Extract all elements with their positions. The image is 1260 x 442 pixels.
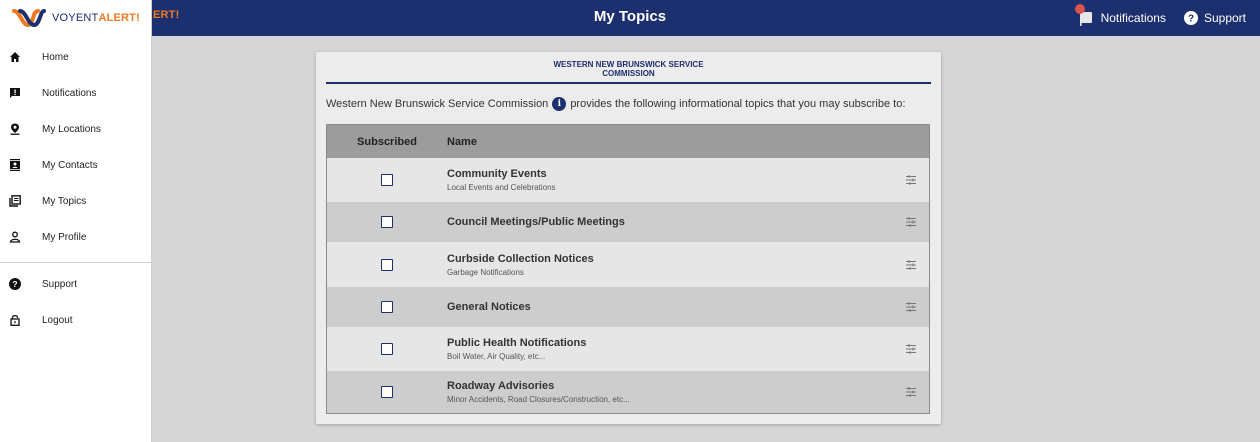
subscribe-checkbox[interactable] bbox=[381, 174, 393, 186]
topic-name: Public Health Notifications bbox=[447, 337, 587, 349]
notifications-label: Notifications bbox=[1100, 11, 1166, 25]
topic-settings-icon[interactable] bbox=[905, 343, 917, 355]
sidebar-item-label: My Locations bbox=[42, 123, 101, 135]
topics-icon bbox=[8, 194, 22, 208]
info-icon[interactable]: i bbox=[552, 97, 567, 111]
subscribe-checkbox[interactable] bbox=[381, 386, 393, 398]
topic-name: General Notices bbox=[447, 301, 531, 313]
page-title: My Topics bbox=[593, 8, 667, 25]
help-icon: ? bbox=[1183, 11, 1198, 25]
logo-word-alert: ALERT! bbox=[98, 12, 140, 24]
lock-icon bbox=[8, 313, 22, 327]
organization-title-line2: COMMISSION bbox=[602, 69, 655, 78]
topic-settings-icon[interactable] bbox=[905, 386, 917, 398]
intro-text: Western New Brunswick Service Commission… bbox=[326, 97, 905, 111]
support-button[interactable]: ? Support bbox=[1183, 11, 1246, 25]
table-row: Council Meetings/Public Meetings bbox=[327, 202, 929, 242]
sidebar-item-label: Notifications bbox=[42, 87, 97, 99]
sidebar-item-label: My Profile bbox=[42, 231, 87, 243]
topics-table: Subscribed Name Community Events Local E… bbox=[326, 124, 930, 414]
organization-title-line1: WESTERN NEW BRUNSWICK SERVICE bbox=[553, 60, 704, 69]
topic-description: Boil Water, Air Quality, etc... bbox=[447, 352, 546, 361]
intro-organization: Western New Brunswick Service Commission bbox=[326, 98, 549, 110]
sidebar-nav: Home Notifications My Locations My Conta… bbox=[0, 39, 151, 255]
alert-message-icon bbox=[8, 86, 22, 100]
table-row: Roadway Advisories Minor Accidents, Road… bbox=[327, 371, 929, 413]
sidebar-item-home[interactable]: Home bbox=[0, 39, 151, 75]
sidebar-item-support[interactable]: ? Support bbox=[0, 266, 151, 302]
header-actions: Notifications ? Support bbox=[1074, 0, 1246, 36]
topic-settings-icon[interactable] bbox=[905, 216, 917, 228]
organization-title: WESTERN NEW BRUNSWICK SERVICE COMMISSION bbox=[326, 60, 931, 84]
intro-description: provides the following informational top… bbox=[570, 98, 906, 110]
sidebar-item-my-locations[interactable]: My Locations bbox=[0, 111, 151, 147]
topic-description: Minor Accidents, Road Closures/Construct… bbox=[447, 395, 630, 404]
sidebar-item-label: My Contacts bbox=[42, 159, 98, 171]
column-header-name: Name bbox=[447, 135, 477, 148]
topics-card: WESTERN NEW BRUNSWICK SERVICE COMMISSION… bbox=[316, 52, 941, 424]
topic-description: Local Events and Celebrations bbox=[447, 183, 556, 192]
home-icon bbox=[8, 50, 22, 64]
topic-settings-icon[interactable] bbox=[905, 259, 917, 271]
sidebar-item-notifications[interactable]: Notifications bbox=[0, 75, 151, 111]
notifications-button[interactable]: Notifications bbox=[1074, 4, 1166, 27]
notification-flag-icon bbox=[1074, 4, 1095, 27]
sidebar-divider bbox=[0, 262, 151, 263]
topic-settings-icon[interactable] bbox=[905, 301, 917, 313]
help-icon: ? bbox=[8, 277, 22, 291]
topic-settings-icon[interactable] bbox=[905, 174, 917, 186]
table-row: Public Health Notifications Boil Water, … bbox=[327, 327, 929, 371]
sidebar-item-logout[interactable]: Logout bbox=[0, 302, 151, 338]
topic-name: Council Meetings/Public Meetings bbox=[447, 216, 625, 228]
sidebar-item-label: My Topics bbox=[42, 195, 87, 207]
sidebar-item-my-profile[interactable]: My Profile bbox=[0, 219, 151, 255]
svg-text:?: ? bbox=[12, 279, 17, 289]
sidebar: VOYENT ALERT! Home Notifications My Locat… bbox=[0, 0, 152, 442]
logo-word-voyent: VOYENT bbox=[52, 12, 99, 24]
topic-name: Curbside Collection Notices bbox=[447, 252, 594, 265]
subscribe-checkbox[interactable] bbox=[381, 216, 393, 228]
table-row: General Notices bbox=[327, 287, 929, 327]
sidebar-item-label: Logout bbox=[42, 314, 73, 326]
sidebar-bottom-nav: ? Support Logout bbox=[0, 266, 151, 338]
topic-name: Community Events bbox=[447, 168, 547, 180]
support-label: Support bbox=[1203, 11, 1246, 25]
svg-text:?: ? bbox=[1188, 14, 1194, 25]
sidebar-item-label: Home bbox=[42, 51, 69, 63]
topic-description: Garbage Notifications bbox=[447, 267, 524, 277]
subscribe-checkbox[interactable] bbox=[381, 343, 393, 355]
subscribe-checkbox[interactable] bbox=[381, 301, 393, 313]
location-pin-icon bbox=[8, 122, 22, 136]
contacts-icon bbox=[8, 158, 22, 172]
sidebar-item-label: Support bbox=[42, 278, 78, 290]
column-header-subscribed: Subscribed bbox=[357, 135, 417, 148]
topic-name: Roadway Advisories bbox=[447, 380, 555, 392]
table-row: Community Events Local Events and Celebr… bbox=[327, 158, 929, 202]
voyent-logo-icon bbox=[12, 9, 46, 28]
subscribe-checkbox[interactable] bbox=[381, 258, 393, 271]
sidebar-item-my-contacts[interactable]: My Contacts bbox=[0, 147, 151, 183]
top-app-bar: ERT! My Topics Notifications ? Support bbox=[0, 0, 1260, 36]
notification-badge bbox=[1074, 4, 1085, 14]
table-row: Curbside Collection Notices Garbage Noti… bbox=[327, 242, 929, 287]
table-header: Subscribed Name bbox=[327, 125, 929, 158]
logo[interactable]: VOYENT ALERT! bbox=[0, 0, 151, 36]
profile-icon bbox=[8, 230, 22, 244]
sidebar-item-my-topics[interactable]: My Topics bbox=[0, 183, 151, 219]
